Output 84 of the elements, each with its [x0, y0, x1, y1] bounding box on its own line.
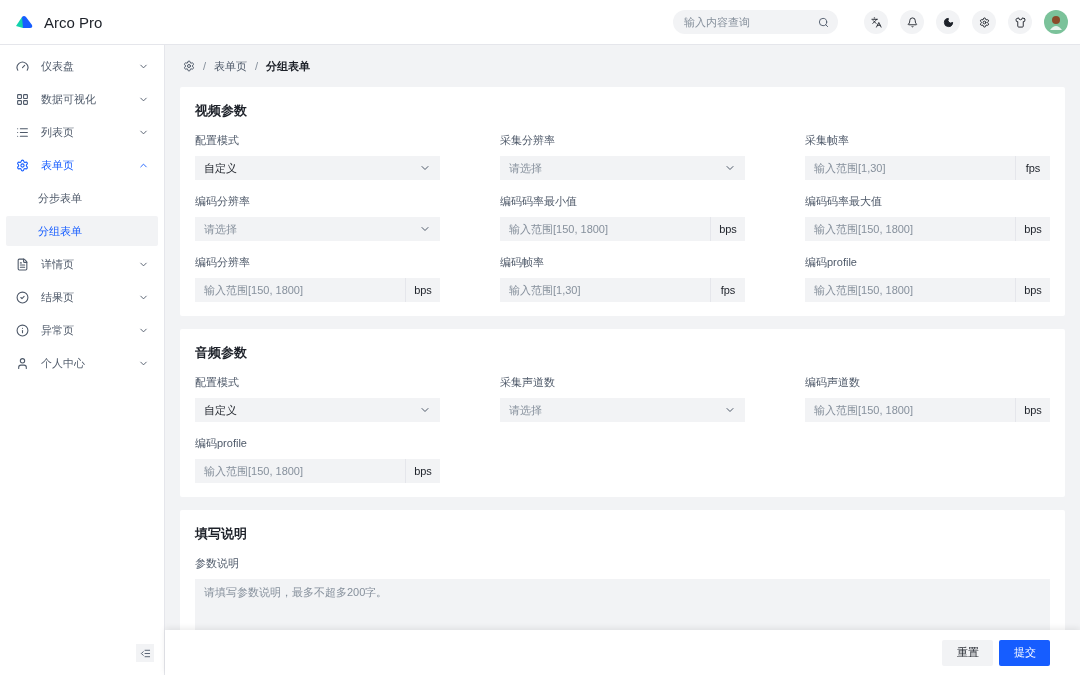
field-label: 编码profile	[195, 436, 248, 451]
dark-mode-button[interactable]	[936, 10, 960, 34]
input-field[interactable]: 输入范围[150, 1800]	[500, 217, 710, 241]
sidebar-item[interactable]: 详情页	[6, 249, 158, 279]
breadcrumb-separator: /	[203, 60, 207, 72]
sidebar-subitem[interactable]: 分步表单	[6, 183, 158, 213]
breadcrumb-item[interactable]: 分组表单	[266, 58, 311, 74]
field-label: 编码码率最小值	[500, 194, 578, 209]
input-field[interactable]: 输入范围[150, 1800]	[805, 398, 1015, 422]
field-label: 编码帧率	[500, 255, 545, 270]
section-title: 视频参数	[195, 103, 248, 120]
sidebar-item[interactable]: 个人中心	[6, 348, 158, 378]
unit-suffix: bps	[710, 217, 745, 241]
sidebar-subitem[interactable]: 分组表单	[6, 216, 158, 246]
textarea-field[interactable]: 请填写参数说明，最多不超多200字。	[195, 579, 1050, 630]
input-field[interactable]: 输入范围[150, 1800]	[805, 278, 1015, 302]
avatar[interactable]	[1044, 10, 1068, 34]
unit-suffix: bps	[405, 459, 440, 483]
select-value: 自定义	[204, 402, 237, 418]
select-placeholder: 请选择	[509, 402, 542, 418]
user-icon	[16, 356, 29, 370]
input-field[interactable]: 输入范围[150, 1800]	[195, 278, 405, 302]
select-field[interactable]: 自定义	[195, 398, 440, 422]
submit-button[interactable]: 提交	[999, 639, 1050, 666]
unit-suffix: fps	[710, 278, 745, 302]
unit-suffix: bps	[405, 278, 440, 302]
sidebar-item[interactable]: 异常页	[6, 315, 158, 345]
field-label: 编码码率最大值	[805, 194, 883, 209]
document-icon	[16, 257, 29, 271]
section-title: 音频参数	[195, 345, 248, 362]
breadcrumb-item[interactable]: 表单页	[214, 58, 248, 74]
select-value: 自定义	[204, 160, 237, 176]
logo-text: Arco Pro	[44, 13, 103, 31]
settings-button[interactable]	[972, 10, 996, 34]
translate-button[interactable]	[864, 10, 888, 34]
field-label: 采集分辨率	[500, 133, 556, 148]
sidebar-item[interactable]: 结果页	[6, 282, 158, 312]
field-label: 参数说明	[195, 556, 240, 571]
search-icon	[818, 16, 829, 28]
field-label: 编码声道数	[805, 375, 861, 390]
field-label: 编码分辨率	[195, 194, 251, 209]
theme-button[interactable]	[1008, 10, 1032, 34]
select-placeholder: 请选择	[204, 221, 237, 237]
sidebar-item[interactable]: 表单页	[6, 150, 158, 180]
input-field[interactable]: 输入范围[150, 1800]	[195, 459, 405, 483]
unit-suffix: fps	[1015, 156, 1050, 180]
select-field[interactable]: 自定义	[195, 156, 440, 180]
outdent-icon	[139, 647, 151, 659]
input-field[interactable]: 输入范围[150, 1800]	[805, 217, 1015, 241]
search-input[interactable]: 输入内容查询	[682, 15, 818, 29]
settings-icon	[183, 60, 195, 72]
settings-icon	[16, 158, 29, 172]
unit-suffix: bps	[1015, 278, 1050, 302]
field-label: 编码分辨率	[195, 255, 251, 270]
field-label: 采集帧率	[805, 133, 850, 148]
grid-icon	[16, 92, 29, 106]
sidebar-item[interactable]: 数据可视化	[6, 84, 158, 114]
reset-button[interactable]: 重置	[942, 639, 993, 666]
shirt-icon	[1014, 16, 1026, 28]
info-icon	[16, 323, 29, 337]
unit-suffix: bps	[1015, 398, 1050, 422]
bell-icon	[906, 16, 918, 28]
sidebar-item[interactable]: 仪表盘	[6, 51, 158, 81]
field-label: 采集声道数	[500, 375, 556, 390]
section-title: 填写说明	[195, 526, 248, 543]
notification-button[interactable]	[900, 10, 924, 34]
sidebar-item[interactable]: 列表页	[6, 117, 158, 147]
gauge-icon	[16, 59, 29, 73]
collapse-menu-button[interactable]	[136, 644, 154, 662]
field-label: 配置模式	[195, 375, 240, 390]
translate-icon	[870, 16, 882, 28]
check-circle-icon	[16, 290, 29, 304]
select-placeholder: 请选择	[509, 160, 542, 176]
input-field[interactable]: 输入范围[1,30]	[805, 156, 1015, 180]
field-label: 编码profile	[805, 255, 858, 270]
search-field[interactable]: 输入内容查询	[673, 10, 838, 34]
input-field[interactable]: 输入范围[1,30]	[500, 278, 710, 302]
logo-icon	[14, 15, 34, 29]
field-label: 配置模式	[195, 133, 240, 148]
list-icon	[16, 125, 29, 139]
unit-suffix: bps	[1015, 217, 1050, 241]
settings-icon	[978, 16, 990, 28]
moon-icon	[942, 16, 954, 28]
breadcrumb-separator: /	[255, 60, 259, 72]
